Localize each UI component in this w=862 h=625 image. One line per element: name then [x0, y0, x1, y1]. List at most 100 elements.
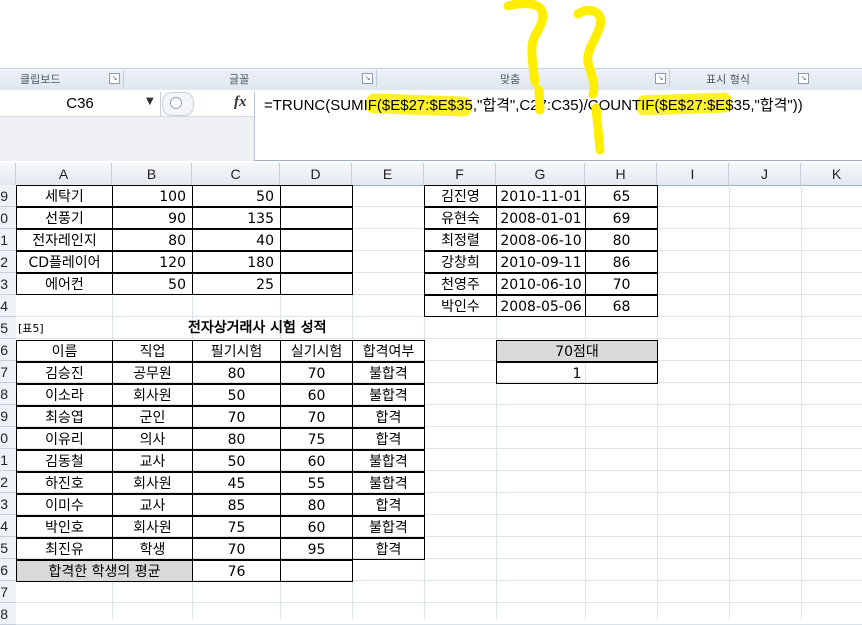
job-cell[interactable]: 회사원	[112, 472, 193, 494]
student-name[interactable]: 하진호	[16, 472, 113, 494]
table-cell[interactable]: 180	[192, 251, 281, 273]
result-cell[interactable]: 합격	[352, 406, 425, 428]
header-cell[interactable]: 필기시험	[192, 340, 281, 362]
written-score[interactable]: 80	[192, 362, 281, 384]
row-header[interactable]: 0	[0, 427, 16, 449]
person-name[interactable]: 강창희	[424, 251, 497, 273]
column-header[interactable]: E	[352, 163, 424, 185]
side-box-header[interactable]: 70점대	[496, 340, 658, 362]
row-header[interactable]: 4	[0, 295, 16, 317]
date-cell[interactable]: 2010-09-11	[496, 251, 586, 273]
written-score[interactable]: 70	[192, 538, 281, 560]
score-cell[interactable]: 68	[585, 295, 658, 317]
result-cell[interactable]: 불합격	[352, 450, 425, 472]
person-name[interactable]: 김진영	[424, 185, 497, 207]
table-cell[interactable]	[280, 251, 353, 273]
table-cell[interactable]	[280, 273, 353, 295]
header-cell[interactable]: 직업	[112, 340, 193, 362]
written-score[interactable]: 50	[192, 384, 281, 406]
job-cell[interactable]: 군인	[112, 406, 193, 428]
student-name[interactable]: 이미수	[16, 494, 113, 516]
student-name[interactable]: 이소라	[16, 384, 113, 406]
student-name[interactable]: 최승엽	[16, 406, 113, 428]
person-name[interactable]: 최정렬	[424, 229, 497, 251]
column-header[interactable]: I	[657, 163, 729, 185]
student-name[interactable]: 최진유	[16, 538, 113, 560]
insert-function-icon[interactable]: fx	[234, 94, 247, 111]
item-name[interactable]: 전자레인지	[16, 229, 113, 251]
row-header[interactable]: 5	[0, 317, 16, 339]
font-launcher-icon[interactable]: ↘	[362, 73, 373, 84]
column-header[interactable]: J	[729, 163, 801, 185]
student-name[interactable]: 이유리	[16, 428, 113, 450]
practical-score[interactable]: 80	[280, 494, 353, 516]
result-cell[interactable]: 불합격	[352, 472, 425, 494]
formula-input[interactable]: =TRUNC(SUMIF($E$27:$E$35,"합격",C27:C35)/C…	[264, 94, 803, 115]
item-name[interactable]: 세탁기	[16, 185, 113, 207]
table-cell[interactable]: 40	[192, 229, 281, 251]
item-name[interactable]: CD플레이어	[16, 251, 113, 273]
table-cell[interactable]: 80	[112, 229, 193, 251]
score-cell[interactable]: 80	[585, 229, 658, 251]
table-cell[interactable]	[280, 560, 353, 582]
table-cell[interactable]: 135	[192, 207, 281, 229]
column-header[interactable]: D	[280, 163, 352, 185]
row-header[interactable]: 6	[0, 339, 16, 361]
written-score[interactable]: 80	[192, 428, 281, 450]
date-cell[interactable]: 2008-06-10	[496, 229, 586, 251]
table-cell[interactable]: 120	[112, 251, 193, 273]
row-header[interactable]: 1	[0, 449, 16, 471]
student-name[interactable]: 박인호	[16, 516, 113, 538]
table-cell[interactable]	[280, 229, 353, 251]
job-cell[interactable]: 교사	[112, 494, 193, 516]
row-header[interactable]: 2	[0, 251, 16, 273]
result-cell[interactable]: 불합격	[352, 516, 425, 538]
score-cell[interactable]: 70	[585, 273, 658, 295]
side-box-value[interactable]: 1	[496, 362, 658, 384]
person-name[interactable]: 유현숙	[424, 207, 497, 229]
number-launcher-icon[interactable]: ↘	[798, 73, 809, 84]
row-header[interactable]: 7	[0, 361, 16, 383]
written-score[interactable]: 45	[192, 472, 281, 494]
practical-score[interactable]: 60	[280, 450, 353, 472]
row-header[interactable]: 1	[0, 229, 16, 251]
row-header[interactable]: 0	[0, 207, 16, 229]
column-header[interactable]: G	[496, 163, 585, 185]
practical-score[interactable]: 70	[280, 406, 353, 428]
item-name[interactable]: 에어컨	[16, 273, 113, 295]
row-header[interactable]: 8	[0, 383, 16, 405]
row-header[interactable]: 8	[0, 603, 16, 625]
chevron-down-icon[interactable]: ▼	[146, 96, 154, 107]
column-header[interactable]: C	[192, 163, 280, 185]
date-cell[interactable]: 2010-11-01	[496, 185, 586, 207]
row-header[interactable]: 6	[0, 559, 16, 581]
table-cell[interactable]: 90	[112, 207, 193, 229]
date-cell[interactable]: 2010-06-10	[496, 273, 586, 295]
written-score[interactable]: 50	[192, 450, 281, 472]
row-header[interactable]: 2	[0, 471, 16, 493]
table-cell[interactable]: 50	[192, 185, 281, 207]
written-score[interactable]: 70	[192, 406, 281, 428]
practical-score[interactable]: 60	[280, 384, 353, 406]
column-header[interactable]: H	[585, 163, 657, 185]
row-header[interactable]: 7	[0, 581, 16, 603]
row-header[interactable]: 5	[0, 537, 16, 559]
date-cell[interactable]: 2008-05-06	[496, 295, 586, 317]
written-score[interactable]: 75	[192, 516, 281, 538]
row-header[interactable]: 3	[0, 493, 16, 515]
column-header[interactable]: B	[112, 163, 192, 185]
column-header[interactable]: K	[801, 163, 862, 185]
score-cell[interactable]: 65	[585, 185, 658, 207]
column-header[interactable]: A	[16, 163, 112, 185]
select-all-corner[interactable]	[0, 163, 16, 185]
practical-score[interactable]: 60	[280, 516, 353, 538]
practical-score[interactable]: 55	[280, 472, 353, 494]
row-header[interactable]: 3	[0, 273, 16, 295]
job-cell[interactable]: 의사	[112, 428, 193, 450]
table-cell[interactable]: 100	[112, 185, 193, 207]
table-cell[interactable]	[280, 207, 353, 229]
item-name[interactable]: 선풍기	[16, 207, 113, 229]
written-score[interactable]: 85	[192, 494, 281, 516]
avg-value[interactable]: 76	[192, 560, 281, 582]
practical-score[interactable]: 70	[280, 362, 353, 384]
